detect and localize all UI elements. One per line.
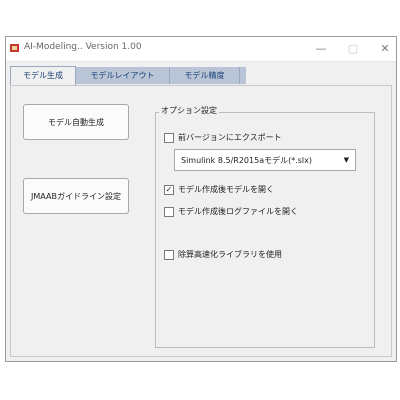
app-icon <box>10 44 19 52</box>
checkbox-box[interactable] <box>164 249 174 260</box>
open-log-after-checkbox[interactable]: モデル作成後ログファイルを開く <box>164 206 298 217</box>
checkbox-box[interactable] <box>164 132 174 143</box>
tab-strip: モデル生成 モデルレイアウト モデル精度 <box>10 66 246 85</box>
jmaab-guideline-button[interactable]: JMAABガイドライン設定 <box>23 178 129 214</box>
checkbox-label: モデル作成後モデルを開く <box>178 185 274 194</box>
window-title: AI-Modeling.. Version 1.00 <box>24 42 142 52</box>
options-group <box>155 112 375 348</box>
maximize-icon[interactable]: ▢ <box>344 40 362 58</box>
tab-panel: モデル自動生成 JMAABガイドライン設定 オプション設定 前バージョンにエクス… <box>10 85 392 357</box>
checkbox-label: 除算高速化ライブラリを使用 <box>178 250 282 259</box>
minimize-icon[interactable]: — <box>312 40 330 58</box>
tab-model-generation[interactable]: モデル生成 <box>10 66 76 85</box>
use-fast-library-checkbox[interactable]: 除算高速化ライブラリを使用 <box>164 249 282 260</box>
checkbox-label: 前バージョンにエクスポート <box>178 133 282 142</box>
checkbox-box[interactable] <box>164 206 174 217</box>
app-window: AI-Modeling.. Version 1.00 — ▢ ✕ モデル生成 モ… <box>5 36 397 362</box>
tab-model-layout[interactable]: モデルレイアウト <box>76 67 170 84</box>
dropdown-arrow-icon[interactable]: ▼ <box>344 156 349 164</box>
close-icon[interactable]: ✕ <box>376 40 394 58</box>
open-model-after-checkbox[interactable]: ✓ モデル作成後モデルを開く <box>164 184 274 195</box>
checkbox-label: モデル作成後ログファイルを開く <box>178 207 298 216</box>
auto-generate-button[interactable]: モデル自動生成 <box>23 104 129 140</box>
options-title: オプション設定 <box>159 105 219 116</box>
checkbox-box-checked[interactable]: ✓ <box>164 184 174 195</box>
title-bar[interactable]: AI-Modeling.. Version 1.00 — ▢ ✕ <box>6 37 396 62</box>
export-prev-version-checkbox[interactable]: 前バージョンにエクスポート <box>164 132 282 143</box>
version-select[interactable]: Simulink 8.5/R2015aモデル(*.slx) ▼ <box>174 149 356 171</box>
select-value: Simulink 8.5/R2015aモデル(*.slx) <box>181 155 313 165</box>
tab-model-accuracy[interactable]: モデル精度 <box>170 67 240 84</box>
